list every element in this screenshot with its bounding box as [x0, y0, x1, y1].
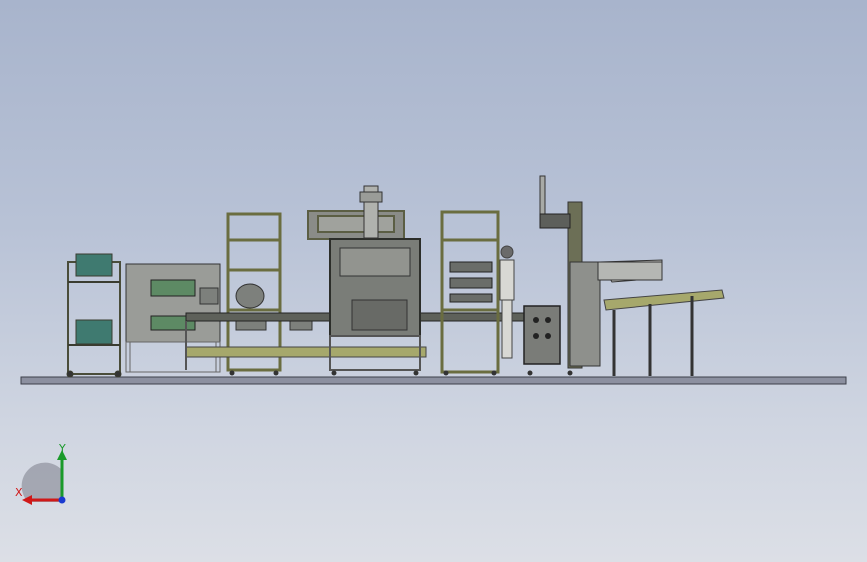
coordinate-triad-icon — [21, 450, 67, 505]
frame-tower-2 — [440, 210, 500, 374]
z-axis-dot — [58, 496, 66, 504]
gantry-frame — [307, 210, 405, 240]
x-axis-label: X — [15, 486, 23, 499]
y-axis-label: Y — [59, 442, 66, 455]
feeder-hopper — [569, 259, 663, 367]
control-box — [523, 305, 561, 365]
cad-viewport[interactable]: Y X — [0, 0, 867, 562]
bin-upper — [75, 253, 113, 277]
assembly-line-model[interactable] — [0, 0, 867, 562]
cabinet-window-upper — [150, 279, 196, 297]
base-plate — [20, 376, 847, 385]
incline-conveyor — [603, 289, 725, 376]
rack-modules — [449, 261, 493, 303]
bin-lower — [75, 319, 113, 345]
operator-figure — [499, 245, 515, 359]
bin-cart — [66, 253, 122, 378]
